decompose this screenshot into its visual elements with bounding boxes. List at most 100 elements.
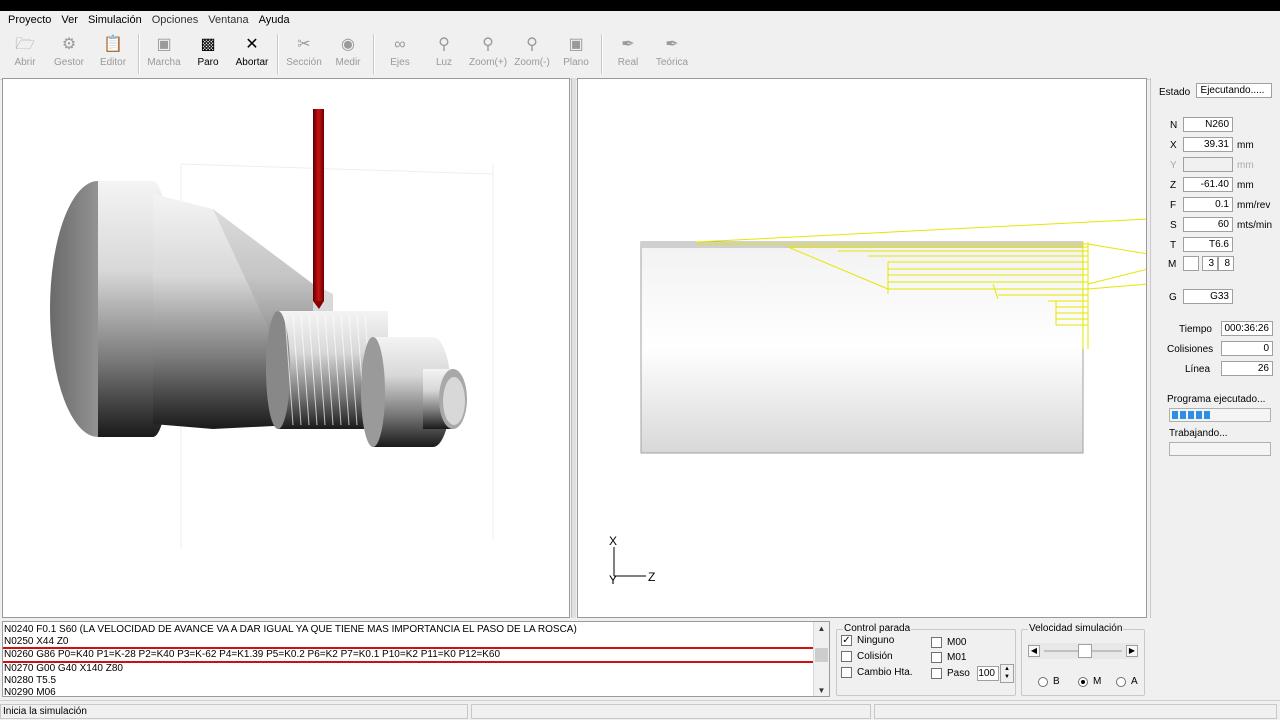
trabajando-label: Trabajando...: [1169, 428, 1228, 439]
ninguno-checkbox[interactable]: ✓ Ninguno: [841, 635, 894, 646]
menu-ver[interactable]: Ver: [56, 14, 83, 26]
trabajando-progress: [1169, 442, 1271, 456]
status-pane: [874, 704, 1277, 719]
f-unit: mm/rev: [1237, 200, 1271, 211]
scroll-thumb[interactable]: [815, 648, 828, 662]
code-line[interactable]: N0240 F0.1 S60 (LA VELOCIDAD DE AVANCE V…: [3, 624, 815, 636]
paso-spinner[interactable]: ▲ ▼: [1000, 664, 1014, 683]
check-icon: ✓: [841, 635, 852, 646]
scroll-up-icon[interactable]: ▲: [814, 622, 829, 636]
programa-label: Programa ejecutado...: [1167, 394, 1266, 405]
manager-icon: ⚙: [61, 36, 77, 53]
program-listing[interactable]: N0240 F0.1 S60 (LA VELOCIDAD DE AVANCE V…: [2, 621, 830, 697]
slider-right-icon[interactable]: ▶: [1126, 645, 1138, 657]
listing-scrollbar[interactable]: ▲ ▼: [813, 622, 829, 696]
editor-icon: 📋: [103, 36, 123, 53]
open-folder-icon: 🗁: [15, 36, 35, 53]
y-field: [1183, 157, 1233, 172]
speed-slider[interactable]: ◀ ▶: [1028, 643, 1138, 659]
gestor-button[interactable]: ⚙ Gestor: [47, 33, 91, 77]
m-field-2: 3: [1202, 256, 1218, 271]
colisiones-label: Colisiones: [1167, 344, 1214, 355]
tiempo-field: 000:36:26: [1221, 321, 1273, 336]
code-line[interactable]: N0280 T5.5: [3, 675, 815, 687]
speed-a-radio[interactable]: A: [1116, 676, 1138, 687]
scroll-down-icon[interactable]: ▼: [814, 684, 829, 696]
slider-thumb[interactable]: [1078, 644, 1092, 658]
code-line[interactable]: N0270 G00 G40 X140 Z80: [3, 663, 815, 675]
tool-theoretical-icon: ✒: [665, 36, 679, 53]
view-2d[interactable]: X Y Z: [577, 78, 1147, 618]
luz-button[interactable]: ⚲ Luz: [422, 33, 466, 77]
m-field-3: 8: [1218, 256, 1234, 271]
binoculars-icon: ◉: [341, 36, 355, 53]
plano-button[interactable]: ▣ Plano: [554, 33, 598, 77]
f-field: 0.1: [1183, 197, 1233, 212]
speed-b-radio[interactable]: B: [1038, 676, 1060, 687]
code-line-current[interactable]: N0260 G86 P0=K40 P1=K-28 P2=K40 P3=K-62 …: [3, 647, 815, 663]
z-field: -61.40: [1183, 177, 1233, 192]
menu-bar: Proyecto Ver Simulación Opciones Ventana…: [0, 11, 1280, 29]
teorica-button[interactable]: ✒ Teórica: [650, 33, 694, 77]
menu-opciones[interactable]: Opciones: [147, 14, 203, 26]
s-field: 60: [1183, 217, 1233, 232]
axis-y-label: Y: [609, 573, 617, 587]
speed-m-radio[interactable]: M: [1078, 676, 1101, 687]
t-field: T6.6: [1183, 237, 1233, 252]
tiempo-label: Tiempo: [1179, 324, 1212, 335]
z-unit: mm: [1237, 180, 1254, 191]
lathe-2d-render: X Y Z: [609, 218, 1146, 587]
camera-icon: ▣: [568, 36, 584, 53]
abortar-button[interactable]: ✕ Abortar: [230, 33, 274, 77]
zoom-out-button[interactable]: ⚲ Zoom(-): [510, 33, 554, 77]
velocidad-title: Velocidad simulación: [1028, 623, 1124, 634]
menu-simulacion[interactable]: Simulación: [83, 14, 147, 26]
paro-button[interactable]: ▩ Paro: [186, 33, 230, 77]
toolbar-separator: [138, 34, 140, 74]
control-parada-title: Control parada: [843, 623, 912, 634]
marcha-button[interactable]: ▣ Marcha: [142, 33, 186, 77]
control-parada-group: Control parada ✓ Ninguno Colisión Cambio…: [836, 623, 1016, 696]
medir-button[interactable]: ◉ Medir: [326, 33, 370, 77]
linea-label: Línea: [1185, 364, 1211, 375]
lathe-3d-render: [50, 109, 494, 549]
slider-left-icon[interactable]: ◀: [1028, 645, 1040, 657]
y-label: Y: [1170, 160, 1177, 171]
paso-value-field[interactable]: 100: [977, 666, 999, 681]
f-label: F: [1170, 200, 1177, 211]
seccion-button[interactable]: ✂ Sección: [282, 33, 326, 77]
axis-indicator: [613, 547, 646, 577]
code-line[interactable]: N0290 M06: [3, 687, 815, 696]
menu-proyecto[interactable]: Proyecto: [3, 14, 56, 26]
estado-field: Ejecutando.....: [1196, 83, 1272, 98]
toolbar: 🗁 Abrir ⚙ Gestor 📋 Editor ▣ Marcha ▩ Par…: [0, 30, 1280, 80]
programa-progress: [1169, 408, 1271, 422]
view-splitter[interactable]: [571, 78, 576, 618]
colision-checkbox[interactable]: Colisión: [841, 651, 893, 662]
menu-ayuda[interactable]: Ayuda: [254, 14, 295, 26]
abort-x-icon: ✕: [245, 36, 259, 53]
g-label: G: [1169, 292, 1177, 303]
axes-icon: ∞: [394, 36, 406, 53]
menu-ventana[interactable]: Ventana: [203, 14, 253, 26]
paso-checkbox[interactable]: Paso: [931, 668, 970, 679]
y-unit: mm: [1237, 160, 1254, 171]
ejes-button[interactable]: ∞ Ejes: [378, 33, 422, 77]
x-field: 39.31: [1183, 137, 1233, 152]
cambio-hta-checkbox[interactable]: Cambio Hta.: [841, 667, 913, 678]
real-button[interactable]: ✒ Real: [606, 33, 650, 77]
editor-button[interactable]: 📋 Editor: [91, 33, 135, 77]
m00-checkbox[interactable]: M00: [931, 637, 966, 648]
view-3d[interactable]: [2, 78, 570, 618]
status-bar: Inicia la simulación: [0, 700, 1280, 720]
scissors-icon: ✂: [297, 36, 311, 53]
s-label: S: [1170, 220, 1177, 231]
m01-checkbox[interactable]: M01: [931, 652, 966, 663]
x-label: X: [1170, 140, 1177, 151]
colisiones-field: 0: [1221, 341, 1273, 356]
zoom-in-button[interactable]: ⚲ Zoom(+): [466, 33, 510, 77]
g-field: G33: [1183, 289, 1233, 304]
velocidad-simulacion-group: Velocidad simulación ◀ ▶ B M A: [1021, 623, 1145, 696]
cutting-tool: [313, 109, 324, 301]
abrir-button[interactable]: 🗁 Abrir: [3, 33, 47, 77]
